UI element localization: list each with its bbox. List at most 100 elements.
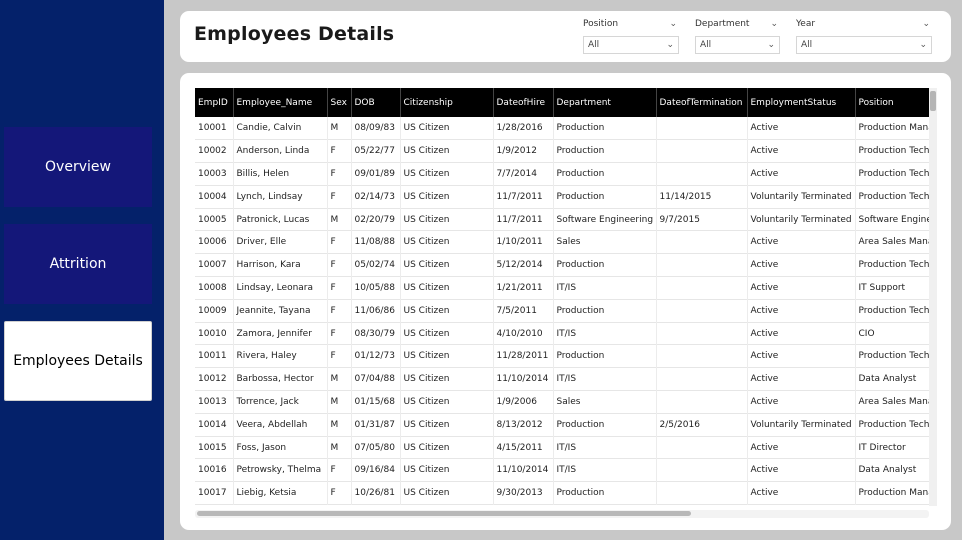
table-cell: Production Technician bbox=[855, 185, 929, 209]
table-cell: Active bbox=[747, 458, 856, 482]
column-header[interactable]: EmpID bbox=[195, 88, 234, 117]
table-cell: 11/10/2014 bbox=[493, 458, 554, 482]
table-row[interactable]: 10011 Rivera, Haley F 01/12/73 US Citizen 11/… bbox=[195, 344, 929, 368]
table-row[interactable]: 10003 Billis, Helen F 09/01/89 US Citizen 7/7… bbox=[195, 162, 929, 186]
table-row[interactable]: 10013 Torrence, Jack M 01/15/68 US Citizen 1/… bbox=[195, 390, 929, 414]
table-cell: 07/04/88 bbox=[351, 367, 401, 391]
table-cell: US Citizen bbox=[400, 230, 494, 254]
table-cell: Candie, Calvin bbox=[233, 117, 328, 140]
table-cell: Foss, Jason bbox=[233, 436, 328, 459]
table-cell: US Citizen bbox=[400, 481, 494, 505]
table-cell: Area Sales Manager bbox=[855, 390, 929, 414]
table-cell: Rivera, Haley bbox=[233, 344, 328, 368]
table-row[interactable]: 10009 Jeannite, Tayana F 11/06/86 US Citizen… bbox=[195, 299, 929, 323]
table-cell: 7/5/2011 bbox=[493, 299, 554, 323]
table-cell: M bbox=[327, 413, 352, 437]
table-cell: Active bbox=[747, 117, 856, 140]
department-dropdown[interactable]: All ⌄ bbox=[695, 36, 780, 54]
chevron-down-icon[interactable]: ⌄ bbox=[770, 19, 778, 29]
table-cell: 1/10/2011 bbox=[493, 230, 554, 254]
table-cell: Production Technician bbox=[855, 253, 929, 277]
table-cell: 10006 bbox=[195, 230, 234, 254]
horizontal-scroll-thumb[interactable] bbox=[197, 511, 691, 516]
horizontal-scrollbar[interactable] bbox=[195, 510, 929, 518]
table-cell: Patronick, Lucas bbox=[233, 208, 328, 231]
table-row[interactable]: 10007 Harrison, Kara F 05/02/74 US Citizen 5/… bbox=[195, 253, 929, 277]
table-row[interactable]: 10017 Liebig, Ketsia F 10/26/81 US Citizen 9/… bbox=[195, 481, 929, 505]
table-row[interactable]: 10008 Lindsay, Leonara F 10/05/88 US Citizen… bbox=[195, 276, 929, 300]
table-row[interactable]: 10002 Anderson, Linda F 05/22/77 US Citizen 1… bbox=[195, 139, 929, 163]
column-header[interactable]: DOB bbox=[351, 88, 401, 117]
column-header[interactable]: EmploymentStatus bbox=[747, 88, 856, 117]
table-cell: F bbox=[327, 481, 352, 505]
table-cell: IT Director bbox=[855, 436, 929, 459]
table-cell: US Citizen bbox=[400, 253, 494, 277]
table-cell: M bbox=[327, 367, 352, 391]
table-cell: Liebig, Ketsia bbox=[233, 481, 328, 505]
nav-attrition-button[interactable]: Attrition bbox=[4, 224, 152, 304]
table-cell: Active bbox=[747, 299, 856, 323]
chevron-down-icon[interactable]: ⌄ bbox=[669, 19, 677, 29]
nav-overview-button[interactable]: Overview bbox=[4, 127, 152, 207]
table-row[interactable]: 10012 Barbossa, Hector M 07/04/88 US Citizen… bbox=[195, 367, 929, 391]
table-cell: Active bbox=[747, 253, 856, 277]
table-cell: IT/IS bbox=[553, 436, 657, 459]
column-header[interactable]: Position bbox=[855, 88, 929, 117]
employees-table: EmpID Employee_Name Sex DOB Citizenship Dateo… bbox=[195, 88, 929, 505]
table-cell: IT/IS bbox=[553, 276, 657, 300]
position-dropdown[interactable]: All ⌄ bbox=[583, 36, 679, 54]
column-header[interactable]: Citizenship bbox=[400, 88, 494, 117]
table-cell: 10015 bbox=[195, 436, 234, 459]
table-cell: F bbox=[327, 253, 352, 277]
vertical-scroll-thumb[interactable] bbox=[930, 91, 936, 111]
nav-employees-details-button[interactable]: Employees Details bbox=[4, 321, 152, 401]
column-header[interactable]: Department bbox=[553, 88, 657, 117]
table-row[interactable]: 10001 Candie, Calvin M 08/09/83 US Citizen 1/… bbox=[195, 117, 929, 140]
table-row[interactable]: 10005 Patronick, Lucas M 02/20/79 US Citizen… bbox=[195, 208, 929, 231]
table-cell: Production bbox=[553, 117, 657, 140]
table-cell: Production Technician bbox=[855, 299, 929, 323]
year-slicer: Year ⌄ All ⌄ bbox=[796, 18, 932, 54]
table-cell: 10004 bbox=[195, 185, 234, 209]
table-cell: US Citizen bbox=[400, 117, 494, 140]
table-cell: 11/06/86 bbox=[351, 299, 401, 323]
column-header[interactable]: Sex bbox=[327, 88, 352, 117]
table-cell: Production Technician bbox=[855, 344, 929, 368]
table-cell: 09/16/84 bbox=[351, 458, 401, 482]
department-dropdown-value: All bbox=[700, 40, 712, 50]
table-cell: Production Manager bbox=[855, 117, 929, 140]
table-cell: 01/15/68 bbox=[351, 390, 401, 414]
table-cell: M bbox=[327, 117, 352, 140]
chevron-down-icon[interactable]: ⌄ bbox=[922, 19, 930, 29]
table-cell: US Citizen bbox=[400, 276, 494, 300]
table-cell: 7/7/2014 bbox=[493, 162, 554, 186]
department-slicer: Department ⌄ All ⌄ bbox=[695, 18, 780, 54]
employees-table-viewport[interactable]: EmpID Employee_Name Sex DOB Citizenship Dateo… bbox=[195, 88, 929, 506]
table-cell: 1/21/2011 bbox=[493, 276, 554, 300]
table-cell: 10009 bbox=[195, 299, 234, 323]
table-cell: Active bbox=[747, 367, 856, 391]
table-cell bbox=[656, 299, 748, 323]
column-header[interactable]: DateofHire bbox=[493, 88, 554, 117]
table-row[interactable]: 10010 Zamora, Jennifer F 08/30/79 US Citizen… bbox=[195, 322, 929, 345]
table-cell: F bbox=[327, 299, 352, 323]
table-cell: Active bbox=[747, 230, 856, 254]
table-cell: Production Technician bbox=[855, 162, 929, 186]
table-cell: Software Engineering bbox=[553, 208, 657, 231]
table-cell: 10005 bbox=[195, 208, 234, 231]
table-cell: 10003 bbox=[195, 162, 234, 186]
column-header[interactable]: DateofTermination bbox=[656, 88, 748, 117]
table-row[interactable]: 10004 Lynch, Lindsay F 02/14/73 US Citizen 11… bbox=[195, 185, 929, 209]
table-row[interactable]: 10014 Veera, Abdellah M 01/31/87 US Citizen 8… bbox=[195, 413, 929, 437]
table-row[interactable]: 10016 Petrowsky, Thelma F 09/16/84 US Citize… bbox=[195, 458, 929, 482]
header-card: Employees Details Position ⌄ All ⌄ Depar… bbox=[180, 11, 951, 62]
table-cell: F bbox=[327, 276, 352, 300]
year-dropdown[interactable]: All ⌄ bbox=[796, 36, 932, 54]
table-cell: M bbox=[327, 208, 352, 231]
column-header[interactable]: Employee_Name bbox=[233, 88, 328, 117]
table-cell: 10014 bbox=[195, 413, 234, 437]
table-row[interactable]: 10006 Driver, Elle F 11/08/88 US Citizen 1/10… bbox=[195, 230, 929, 254]
vertical-scrollbar[interactable] bbox=[929, 88, 937, 506]
table-cell: US Citizen bbox=[400, 458, 494, 482]
table-row[interactable]: 10015 Foss, Jason M 07/05/80 US Citizen 4/15/… bbox=[195, 436, 929, 459]
